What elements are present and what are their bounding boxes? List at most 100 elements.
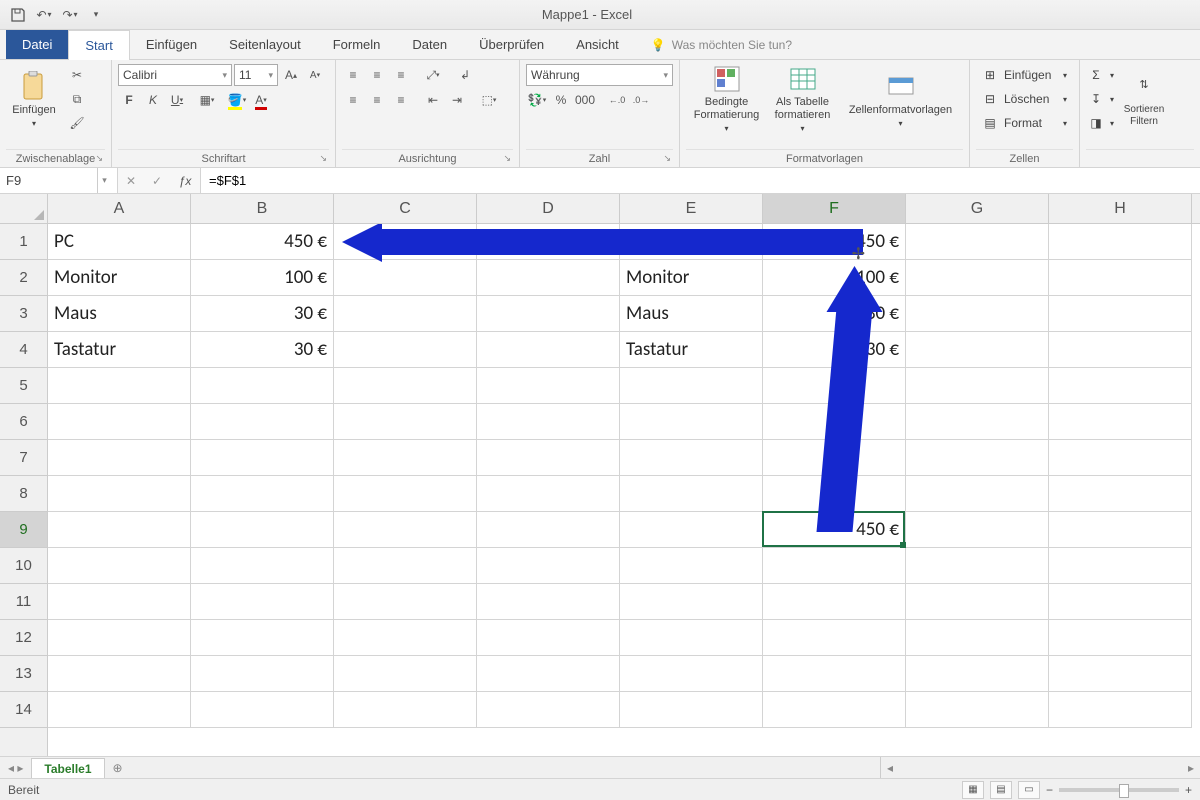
row-header[interactable]: 6 xyxy=(0,404,47,440)
name-box-dropdown-icon[interactable]: ▾ xyxy=(97,168,111,193)
decrease-indent-icon[interactable]: ⇤ xyxy=(422,89,444,111)
cell[interactable]: 450 € xyxy=(763,512,906,548)
row-header[interactable]: 13 xyxy=(0,656,47,692)
underline-button[interactable]: U▾ xyxy=(166,89,188,111)
fill-color-icon[interactable]: 🪣▾ xyxy=(226,89,248,111)
tab-ansicht[interactable]: Ansicht xyxy=(560,30,635,59)
row-header[interactable]: 10 xyxy=(0,548,47,584)
insert-cells-button[interactable]: ⊞Einfügen▾ xyxy=(976,64,1073,86)
wrap-text-icon[interactable]: ↲ xyxy=(454,64,476,86)
tab-einfuegen[interactable]: Einfügen xyxy=(130,30,213,59)
format-as-table-button[interactable]: Als Tabelle formatieren▾ xyxy=(765,64,841,134)
align-center-icon[interactable]: ≡ xyxy=(366,89,388,111)
cell[interactable]: Monitor xyxy=(48,260,191,296)
merge-cells-icon[interactable]: ⬚▾ xyxy=(478,89,500,111)
file-tab[interactable]: Datei xyxy=(6,30,68,59)
name-box[interactable]: F9 ▾ xyxy=(0,168,118,193)
format-painter-icon[interactable]: 🖌 xyxy=(66,112,88,134)
tab-formeln[interactable]: Formeln xyxy=(317,30,397,59)
dialog-launcher-icon[interactable]: ↘ xyxy=(95,153,103,164)
cell[interactable]: Tastatur xyxy=(48,332,191,368)
cell[interactable]: 30 € xyxy=(763,332,906,368)
decrease-decimal-icon[interactable]: .0→ xyxy=(630,89,652,111)
sheet-tab-1[interactable]: Tabelle1 xyxy=(31,758,104,778)
column-header[interactable]: G xyxy=(906,194,1049,223)
font-color-icon[interactable]: A▾ xyxy=(250,89,272,111)
copy-icon[interactable]: ⧉ xyxy=(66,88,88,110)
comma-style-icon[interactable]: 000 xyxy=(574,89,596,111)
increase-decimal-icon[interactable]: ←.0 xyxy=(606,89,628,111)
row-header[interactable]: 9 xyxy=(0,512,47,548)
cell-styles-button[interactable]: Zellenformatvorlagen▾ xyxy=(841,64,961,134)
cell[interactable]: 100 € xyxy=(763,260,906,296)
cell[interactable]: Tastatur xyxy=(620,332,763,368)
conditional-formatting-button[interactable]: Bedingte Formatierung▾ xyxy=(689,64,765,134)
tab-ueberpruefen[interactable]: Überprüfen xyxy=(463,30,560,59)
tab-daten[interactable]: Daten xyxy=(396,30,463,59)
cell[interactable]: 450 € xyxy=(191,224,334,260)
delete-cells-button[interactable]: ⊟Löschen▾ xyxy=(976,88,1073,110)
autosum-button[interactable]: Σ▾ xyxy=(1086,64,1116,86)
paste-button[interactable]: Einfügen ▾ xyxy=(6,64,62,134)
orientation-icon[interactable]: ⤢▾ xyxy=(422,64,444,86)
row-header[interactable]: 2 xyxy=(0,260,47,296)
tab-nav[interactable]: ◂ ▸ xyxy=(0,757,31,778)
row-header[interactable]: 1 xyxy=(0,224,47,260)
row-header[interactable]: 8 xyxy=(0,476,47,512)
align-top-icon[interactable]: ≡ xyxy=(342,64,364,86)
align-left-icon[interactable]: ≡ xyxy=(342,89,364,111)
increase-indent-icon[interactable]: ⇥ xyxy=(446,89,468,111)
fx-icon[interactable]: ƒx xyxy=(170,174,200,188)
column-header[interactable]: A xyxy=(48,194,191,223)
zoom-in-icon[interactable]: + xyxy=(1185,783,1192,797)
formula-input[interactable] xyxy=(201,168,1200,193)
column-header[interactable]: E xyxy=(620,194,763,223)
zoom-slider[interactable] xyxy=(1059,788,1179,792)
row-header[interactable]: 7 xyxy=(0,440,47,476)
add-sheet-button[interactable]: ⊕ xyxy=(105,757,131,778)
qat-customize-icon[interactable]: ▾ xyxy=(84,3,108,27)
normal-view-icon[interactable]: ▦ xyxy=(962,781,984,799)
font-name-combo[interactable]: Calibri▾ xyxy=(118,64,232,86)
cell[interactable]: 100 € xyxy=(191,260,334,296)
spreadsheet-grid[interactable]: ABCDEFGH 1234567891011121314 PC450 €450 … xyxy=(0,194,1200,756)
tab-start[interactable]: Start xyxy=(68,30,129,60)
dialog-launcher-icon[interactable]: ↘ xyxy=(663,153,671,164)
cell[interactable]: 30 € xyxy=(191,296,334,332)
row-header[interactable]: 11 xyxy=(0,584,47,620)
sort-filter-button[interactable]: ⇅ Sortieren Filtern xyxy=(1120,64,1168,134)
number-format-combo[interactable]: Währung▾ xyxy=(526,64,673,86)
cut-icon[interactable]: ✂ xyxy=(66,64,88,86)
page-layout-view-icon[interactable]: ▤ xyxy=(990,781,1012,799)
align-middle-icon[interactable]: ≡ xyxy=(366,64,388,86)
borders-icon[interactable]: ▦▾ xyxy=(196,89,218,111)
row-header[interactable]: 12 xyxy=(0,620,47,656)
italic-button[interactable]: K xyxy=(142,89,164,111)
column-header[interactable]: C xyxy=(334,194,477,223)
undo-icon[interactable]: ↶▾ xyxy=(32,3,56,27)
row-header[interactable]: 5 xyxy=(0,368,47,404)
cell[interactable]: 450 € xyxy=(763,224,906,260)
cell[interactable]: PC xyxy=(48,224,191,260)
cell[interactable]: Maus xyxy=(48,296,191,332)
increase-font-icon[interactable]: A▴ xyxy=(280,64,302,86)
tell-me-search[interactable]: 💡 Was möchten Sie tun? xyxy=(651,30,792,59)
row-header[interactable]: 14 xyxy=(0,692,47,728)
cells-area[interactable]: PC450 €450 €Monitor100 €Monitor100 €Maus… xyxy=(48,224,1200,756)
column-header[interactable]: D xyxy=(477,194,620,223)
align-right-icon[interactable]: ≡ xyxy=(390,89,412,111)
percent-icon[interactable]: % xyxy=(550,89,572,111)
column-header[interactable]: H xyxy=(1049,194,1192,223)
cell[interactable]: 30 € xyxy=(763,296,906,332)
row-header[interactable]: 4 xyxy=(0,332,47,368)
redo-icon[interactable]: ↷▾ xyxy=(58,3,82,27)
page-break-view-icon[interactable]: ▭ xyxy=(1018,781,1040,799)
select-all-corner[interactable] xyxy=(0,194,48,224)
decrease-font-icon[interactable]: A▾ xyxy=(304,64,326,86)
tab-seitenlayout[interactable]: Seitenlayout xyxy=(213,30,317,59)
fill-button[interactable]: ↧▾ xyxy=(1086,88,1116,110)
font-size-combo[interactable]: 11▾ xyxy=(234,64,278,86)
accounting-format-icon[interactable]: 💱▾ xyxy=(526,89,548,111)
align-bottom-icon[interactable]: ≡ xyxy=(390,64,412,86)
row-header[interactable]: 3 xyxy=(0,296,47,332)
